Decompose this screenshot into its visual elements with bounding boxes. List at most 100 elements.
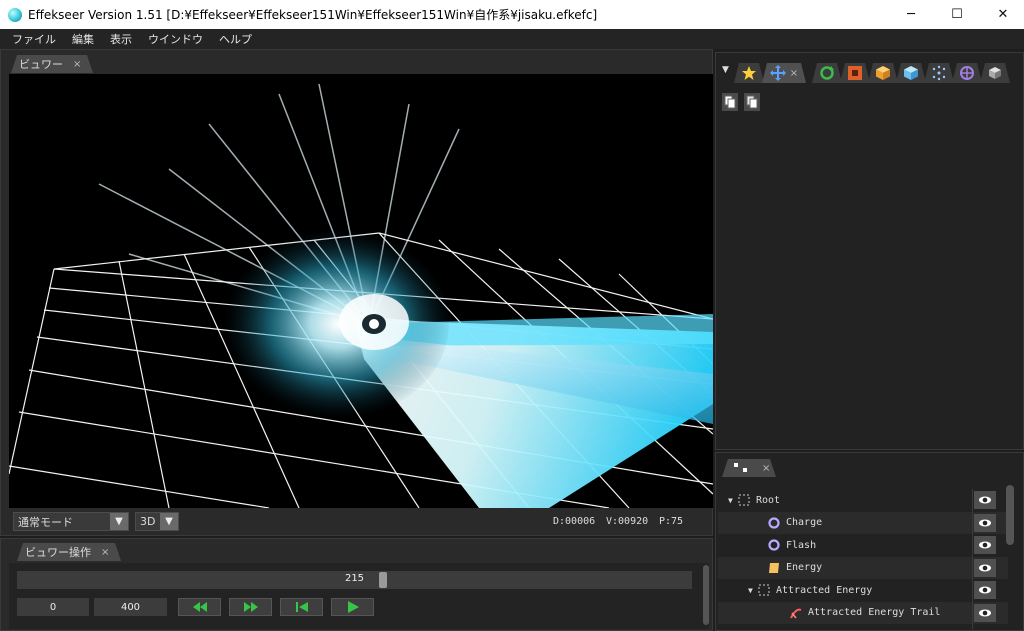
tab-rotation[interactable] [812, 63, 842, 83]
menu-help[interactable]: ヘルプ [211, 31, 260, 47]
tab-culling[interactable] [980, 63, 1010, 83]
title-bar: Effekseer Version 1.51 [D:¥Effekseer¥Eff… [0, 0, 1024, 29]
render-mode-value: 通常モード [18, 515, 73, 529]
node-row[interactable]: Flash [718, 534, 1008, 557]
tab-position-close-icon[interactable]: × [790, 68, 798, 79]
eye-icon [979, 586, 991, 594]
star-icon [741, 65, 757, 81]
eye-icon [979, 564, 991, 571]
sprite-icon [769, 562, 779, 573]
tab-viewer-label: ビュワー [19, 58, 63, 71]
tab-viewer-control-label: ビュワー操作 [25, 546, 91, 559]
step-back-button[interactable] [280, 598, 323, 616]
end-frame-input[interactable]: 400 [94, 598, 167, 616]
eye-icon [979, 609, 991, 616]
tab-position[interactable]: × [762, 63, 806, 83]
rewind-icon [192, 602, 207, 612]
rotate-icon [819, 65, 835, 81]
menu-edit[interactable]: 編集 [64, 31, 102, 47]
node-tree-list: ▼ Root Charge Flash Energy ▼ Attracted Energy A… [718, 489, 1008, 624]
eye-icon [979, 541, 991, 549]
tool-panel: ▼ × [715, 52, 1024, 450]
node-row[interactable]: Energy [718, 556, 1008, 579]
vertex-count-stat: V:00920 [606, 516, 649, 527]
node-row[interactable]: Attracted Energy Trail [718, 601, 1008, 624]
node-tree-divider [972, 489, 973, 629]
expand-arrow-icon[interactable]: ▼ [728, 496, 738, 505]
visibility-toggle[interactable] [974, 491, 996, 509]
ring-icon [768, 517, 780, 529]
move-icon [770, 65, 786, 81]
tab-viewer-close-icon[interactable]: × [73, 59, 81, 70]
visibility-toggle[interactable] [974, 603, 996, 622]
node-row[interactable]: Charge [718, 511, 1008, 534]
fast-forward-icon [243, 602, 258, 612]
visibility-toggle[interactable] [974, 513, 996, 532]
minimize-button[interactable]: ─ [888, 0, 934, 29]
ring-icon [768, 539, 780, 551]
visibility-toggle[interactable] [974, 536, 996, 554]
node-row[interactable]: ▼ Root [718, 489, 1008, 512]
visibility-toggle[interactable] [974, 558, 996, 577]
node-label: Root [756, 494, 781, 506]
menu-bar: ファイル 編集 表示 ウインドウ ヘルプ [0, 29, 1024, 49]
viewer-toolbar: 通常モード ▼ 3D ▼ D:00006 V:00920 P:75 [9, 510, 713, 534]
render-mode-select[interactable]: 通常モード ▼ [13, 512, 129, 531]
tab-model[interactable] [896, 63, 926, 83]
window-title: Effekseer Version 1.51 [D:¥Effekseer¥Eff… [28, 8, 598, 22]
view-dimension-value: 3D [140, 515, 156, 528]
paste-icon [746, 95, 758, 109]
frame-slider-handle[interactable] [379, 572, 387, 588]
tab-scale[interactable] [840, 63, 870, 83]
node-row[interactable]: ▼ Attracted Energy [718, 579, 1008, 602]
tab-viewer-control[interactable]: ビュワー操作 × [17, 543, 121, 561]
tab-viewer[interactable]: ビュワー × [11, 55, 93, 73]
viewer-panel: ビュワー × 通常モード ▼ 3D ▼ D:00006 V:00920 P:75 [0, 49, 713, 536]
viewer-control-body: 215 0 400 [9, 563, 709, 629]
menu-file[interactable]: ファイル [4, 31, 64, 47]
tab-rendering[interactable] [868, 63, 898, 83]
dashed-box-icon [738, 494, 750, 506]
viewport-3d[interactable] [9, 74, 713, 508]
node-tree-scrollbar[interactable] [1006, 485, 1014, 545]
cube-icon [903, 65, 919, 81]
control-scrollbar[interactable] [703, 565, 709, 625]
copy-button[interactable] [722, 93, 738, 111]
tab-target[interactable] [952, 63, 982, 83]
energy-glow [219, 229, 449, 419]
node-label: Flash [786, 539, 817, 551]
fast-forward-button[interactable] [229, 598, 272, 616]
menu-view[interactable]: 表示 [102, 31, 140, 47]
play-icon [347, 601, 359, 613]
node-tree-icon [734, 463, 748, 473]
visibility-toggle[interactable] [974, 581, 996, 599]
skip-to-start-icon [295, 602, 308, 612]
scale-icon [847, 65, 863, 81]
app-icon [8, 7, 22, 22]
tab-menu-icon[interactable]: ▼ [722, 65, 729, 75]
menu-window[interactable]: ウインドウ [140, 31, 211, 47]
start-frame-input[interactable]: 0 [17, 598, 89, 616]
node-label: Attracted Energy Trail [808, 607, 941, 619]
node-tree-panel: × ▼ Root Charge Flash Energy ▼ Attracted Energ… [715, 452, 1024, 631]
frame-value: 215 [344, 573, 365, 584]
eye-icon [979, 496, 991, 504]
frame-slider[interactable]: 215 [17, 571, 692, 589]
draw-call-stat: D:00006 [553, 516, 596, 527]
particle-count-stat: P:75 [659, 516, 684, 527]
tab-node-tree-close-icon[interactable]: × [762, 463, 770, 474]
block-icon [987, 65, 1003, 81]
expand-arrow-icon[interactable]: ▼ [748, 586, 758, 595]
rewind-button[interactable] [178, 598, 221, 616]
paste-button[interactable] [744, 93, 760, 111]
play-button[interactable] [331, 598, 374, 616]
dashed-box-icon [758, 584, 770, 596]
maximize-button[interactable]: ☐ [934, 0, 980, 29]
tool-tab-bar: ▼ × [716, 59, 1024, 83]
tab-basic-settings[interactable] [734, 63, 764, 83]
tab-viewer-control-close-icon[interactable]: × [101, 547, 109, 558]
close-button[interactable]: ✕ [980, 0, 1024, 29]
view-dimension-select[interactable]: 3D ▼ [135, 512, 179, 531]
tab-node-tree[interactable]: × [722, 459, 776, 477]
tab-spawn[interactable] [924, 63, 954, 83]
